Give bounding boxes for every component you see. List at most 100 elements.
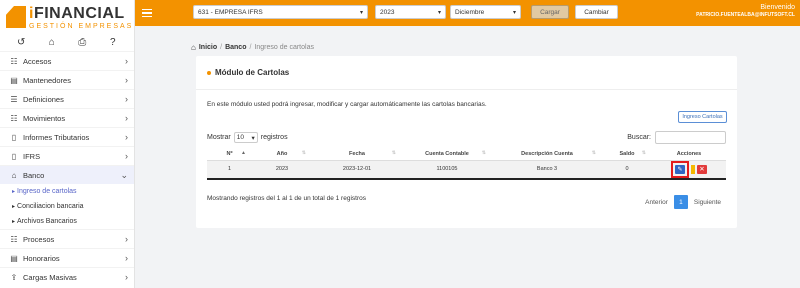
cell-balance: 0 bbox=[602, 160, 652, 180]
chevron-down-icon: ▾ bbox=[251, 134, 255, 142]
chevron-right-icon: › bbox=[125, 113, 128, 123]
sort-asc-icon: ▲ bbox=[241, 150, 246, 156]
sort-icon: ⇅ bbox=[591, 150, 596, 156]
sidebar-item-banco[interactable]: ⌂ Banco ⌄ bbox=[0, 165, 134, 184]
cell-num: 1 bbox=[207, 160, 252, 180]
cartolas-card: Módulo de Cartolas En este módulo usted … bbox=[196, 56, 737, 228]
bullet-icon: ▸ bbox=[12, 219, 16, 225]
pager-page-1[interactable]: 1 bbox=[673, 195, 688, 209]
logo-mark-icon bbox=[6, 6, 26, 28]
sidebar-item-accesos[interactable]: ☷ Accesos › bbox=[0, 51, 134, 70]
col-header-account[interactable]: Cuenta Contable ⇅ bbox=[402, 148, 492, 161]
user-welcome[interactable]: Bienvenido PATRICIO.FUENTEALBA@INFUTSOFT… bbox=[696, 4, 795, 18]
sidebar-subitem-archivos[interactable]: ▸ Archivos Bancarios bbox=[0, 214, 134, 229]
chevron-right-icon: › bbox=[125, 94, 128, 104]
col-header-date[interactable]: Fecha ⇅ bbox=[312, 148, 402, 161]
topbar: 631 - EMPRESA IFRS ▾ 2023 ▾ Diciembre ▾ Car… bbox=[135, 0, 800, 26]
cargar-button[interactable]: Cargar bbox=[531, 5, 569, 19]
document-icon: ▯ bbox=[11, 151, 17, 161]
col-header-balance[interactable]: Saldo ⇅ bbox=[602, 148, 652, 161]
empresa-select[interactable]: 631 - EMPRESA IFRS ▾ bbox=[193, 5, 368, 19]
chevron-right-icon: › bbox=[125, 151, 128, 161]
cell-actions: ✎ ✕ bbox=[652, 160, 726, 180]
module-description: En este módulo usted podrá ingresar, mod… bbox=[207, 101, 487, 108]
table-row: 1 2023 2023-12-01 1100105 Banco 3 0 ✎ ✕ bbox=[207, 160, 726, 180]
chevron-right-icon: › bbox=[125, 56, 128, 66]
sidebar-subitem-conciliacion[interactable]: ▸ Conciliacion bancaria bbox=[0, 199, 134, 214]
close-icon: ✕ bbox=[699, 166, 705, 173]
print-icon[interactable]: ⎙ bbox=[76, 37, 88, 48]
sort-icon: ⇅ bbox=[481, 150, 486, 156]
header-dot-icon bbox=[207, 70, 211, 75]
sort-icon: ⇅ bbox=[641, 150, 646, 156]
hamburger-menu-icon[interactable] bbox=[135, 0, 159, 26]
welcome-text: Bienvenido bbox=[760, 4, 795, 11]
edit-highlight: ✎ bbox=[671, 160, 689, 178]
chevron-right-icon: › bbox=[125, 234, 128, 244]
chevron-down-icon: ▾ bbox=[437, 9, 441, 16]
quick-actions: ↺ ⌂ ⎙ ? bbox=[0, 34, 134, 50]
cell-year: 2023 bbox=[252, 160, 312, 180]
chevron-down-icon: ▾ bbox=[359, 9, 363, 16]
upload-button[interactable] bbox=[691, 164, 695, 174]
help-icon[interactable]: ? bbox=[107, 37, 119, 48]
bank-icon: ⌂ bbox=[11, 170, 17, 180]
delete-button[interactable]: ✕ bbox=[697, 164, 707, 174]
brand-logo[interactable]: iFINANCIAL GESTIÓN EMPRESAS bbox=[0, 0, 134, 34]
month-select[interactable]: Diciembre ▾ bbox=[450, 5, 521, 19]
pager-prev[interactable]: Anterior bbox=[645, 199, 668, 206]
card-header: Módulo de Cartolas bbox=[196, 56, 737, 90]
chevron-down-icon: ▾ bbox=[512, 9, 516, 16]
chevron-right-icon: › bbox=[125, 75, 128, 85]
page-title: Módulo de Cartolas bbox=[215, 68, 290, 77]
sidebar-item-procesos[interactable]: ☷ Procesos › bbox=[0, 229, 134, 248]
sidebar-menu: ☷ Accesos › ▤ Mantenedores › ☰ Definiciones › … bbox=[0, 51, 134, 286]
list-icon: ☰ bbox=[10, 94, 18, 104]
sidebar-item-cargas-masivas[interactable]: ⇪ Cargas Masivas › bbox=[0, 267, 134, 286]
pencil-icon: ✎ bbox=[677, 166, 683, 173]
chevron-right-icon: › bbox=[125, 132, 128, 142]
pager-next[interactable]: Siguiente bbox=[694, 199, 721, 206]
table-header-row: Nº ▲ Año ⇅ Fecha ⇅ Cuenta Contable ⇅ Descrip… bbox=[207, 148, 726, 161]
cell-date: 2023-12-01 bbox=[312, 160, 402, 180]
edit-button[interactable]: ✎ bbox=[675, 164, 685, 174]
sidebar-item-mantenedores[interactable]: ▤ Mantenedores › bbox=[0, 70, 134, 89]
bullet-icon: ▸ bbox=[12, 204, 16, 210]
chevron-down-icon: ⌄ bbox=[120, 169, 128, 180]
sidebar-item-ifrs[interactable]: ▯ IFRS › bbox=[0, 146, 134, 165]
chevron-right-icon: › bbox=[125, 253, 128, 263]
brand-name: FINANCIAL bbox=[33, 5, 125, 22]
sidebar-item-honorarios[interactable]: ▤ Honorarios › bbox=[0, 248, 134, 267]
users-icon: ☷ bbox=[10, 234, 18, 244]
home-icon[interactable]: ⌂ bbox=[46, 37, 58, 48]
ingreso-cartolas-button[interactable]: Ingreso Cartolas bbox=[678, 111, 727, 123]
col-header-actions: Acciones bbox=[652, 148, 726, 161]
breadcrumb-section[interactable]: Banco bbox=[225, 44, 246, 51]
col-header-description[interactable]: Descripción Cuenta ⇅ bbox=[492, 148, 602, 161]
breadcrumb-home[interactable]: Inicio bbox=[199, 44, 217, 51]
undo-icon[interactable]: ↺ bbox=[15, 37, 27, 48]
bullet-icon: ▸ bbox=[12, 189, 16, 195]
cambiar-button[interactable]: Cambiar bbox=[575, 5, 618, 19]
col-header-year[interactable]: Año ⇅ bbox=[252, 148, 312, 161]
cartolas-table: Nº ▲ Año ⇅ Fecha ⇅ Cuenta Contable ⇅ Descrip… bbox=[207, 148, 726, 180]
sort-icon: ⇅ bbox=[391, 150, 396, 156]
briefcase-icon: ▤ bbox=[10, 253, 18, 263]
search-input[interactable] bbox=[655, 131, 726, 144]
page-length-select[interactable]: 10 ▾ bbox=[233, 132, 258, 143]
users-icon: ☷ bbox=[10, 56, 18, 66]
home-icon[interactable]: ⌂ bbox=[191, 43, 196, 52]
col-header-num[interactable]: Nº ▲ bbox=[207, 148, 252, 161]
year-select[interactable]: 2023 ▾ bbox=[375, 5, 446, 19]
breadcrumb-current: Ingreso de cartolas bbox=[254, 44, 314, 51]
sidebar-subitem-ingreso-cartolas[interactable]: ▸ Ingreso de cartolas bbox=[0, 184, 134, 199]
sidebar-item-informes[interactable]: ▯ Informes Tributarios › bbox=[0, 127, 134, 146]
users-icon: ☷ bbox=[10, 113, 18, 123]
cell-description: Banco 3 bbox=[492, 160, 602, 180]
sort-icon: ⇅ bbox=[301, 150, 306, 156]
pagination: Anterior 1 Siguiente bbox=[645, 195, 721, 209]
sidebar-item-movimientos[interactable]: ☷ Movimientos › bbox=[0, 108, 134, 127]
briefcase-icon: ▤ bbox=[10, 75, 18, 85]
sidebar-item-definiciones[interactable]: ☰ Definiciones › bbox=[0, 89, 134, 108]
brand-tagline: GESTIÓN EMPRESAS bbox=[29, 23, 134, 30]
